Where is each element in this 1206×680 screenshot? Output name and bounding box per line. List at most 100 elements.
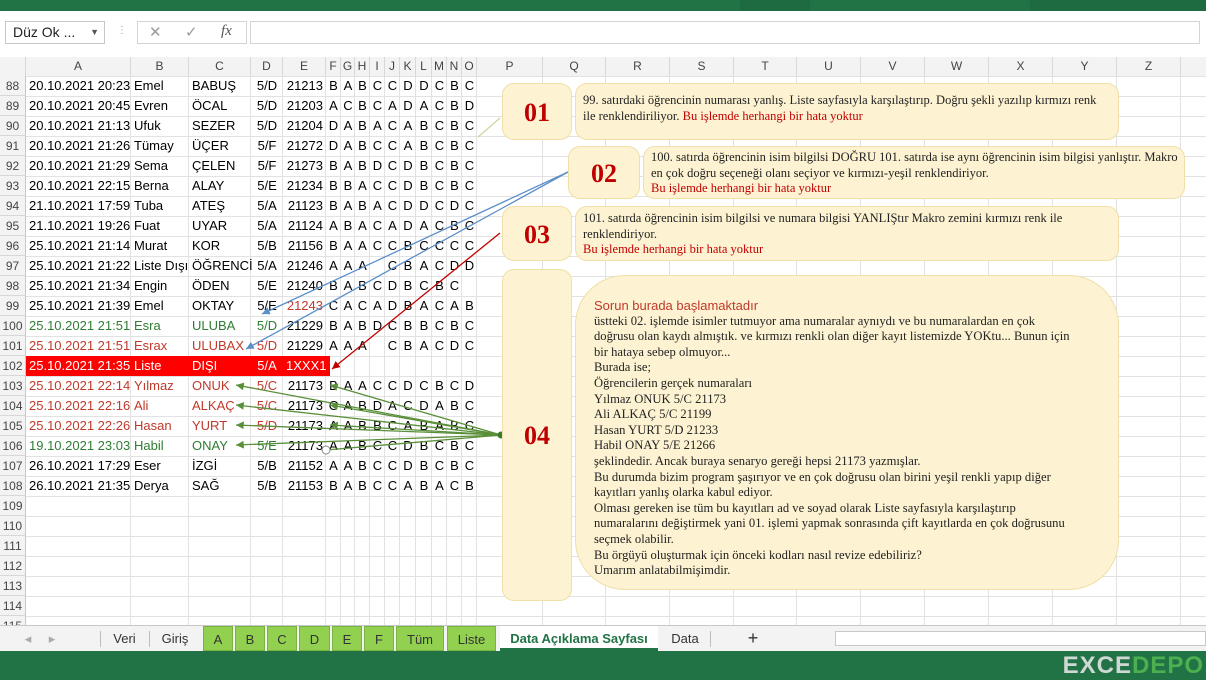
row-header[interactable]: 97 — [0, 256, 26, 276]
cell[interactable]: 21173 — [283, 396, 326, 416]
tab-giris[interactable]: Giriş — [151, 626, 199, 651]
tab-veri[interactable]: Veri — [102, 626, 147, 651]
cell[interactable]: A — [416, 96, 432, 116]
row-header[interactable]: 102 — [0, 356, 26, 376]
cell[interactable]: 21204 — [283, 116, 326, 136]
cell[interactable]: 25.10.2021 21:35 — [26, 356, 131, 376]
cell[interactable]: B — [355, 76, 370, 96]
cell[interactable]: Sema — [131, 156, 189, 176]
cell[interactable]: C — [447, 376, 462, 396]
row-header[interactable]: 99 — [0, 296, 26, 316]
cell[interactable]: 26.10.2021 17:29 — [26, 456, 131, 476]
cell[interactable]: B — [462, 296, 477, 316]
cell[interactable]: 5/D — [251, 416, 283, 436]
cell[interactable]: 21243 — [283, 296, 326, 316]
cell[interactable]: D — [416, 396, 432, 416]
tab-tum[interactable]: Tüm — [396, 626, 444, 651]
cell[interactable]: SAĞ — [189, 476, 251, 496]
column-header[interactable]: X — [989, 57, 1053, 76]
cell[interactable]: B — [355, 396, 370, 416]
cell[interactable]: 5/A — [251, 216, 283, 236]
cell[interactable]: D — [447, 256, 462, 276]
cell[interactable]: D — [400, 196, 416, 216]
cell[interactable]: D — [400, 456, 416, 476]
row-header[interactable]: 88 — [0, 76, 26, 96]
cell[interactable]: C — [462, 76, 477, 96]
cell[interactable]: A — [341, 136, 355, 156]
cell[interactable]: B — [355, 436, 370, 456]
add-sheet-icon[interactable]: + — [738, 626, 768, 651]
cell[interactable]: C — [462, 396, 477, 416]
cell[interactable]: A — [355, 236, 370, 256]
cell[interactable]: A — [326, 336, 341, 356]
cell[interactable]: 25.10.2021 22:26 — [26, 416, 131, 436]
cell[interactable]: B — [355, 456, 370, 476]
cell[interactable]: C — [385, 436, 400, 456]
row-header[interactable]: 113 — [0, 576, 26, 596]
cell[interactable]: B — [400, 316, 416, 336]
cell[interactable]: İZGİ — [189, 456, 251, 476]
cell[interactable]: OKTAY — [189, 296, 251, 316]
cell[interactable]: ULUBAX — [189, 336, 251, 356]
cell[interactable]: ATEŞ — [189, 196, 251, 216]
cell[interactable]: Derya — [131, 476, 189, 496]
cell[interactable]: B — [447, 456, 462, 476]
cell[interactable]: 21.10.2021 19:26 — [26, 216, 131, 236]
cell[interactable]: B — [416, 416, 432, 436]
cell[interactable]: 20.10.2021 20:23 — [26, 76, 131, 96]
cell[interactable]: 20.10.2021 21:26 — [26, 136, 131, 156]
cell[interactable]: D — [326, 136, 341, 156]
cell[interactable]: C — [432, 136, 447, 156]
tab-c[interactable]: C — [267, 626, 297, 651]
row-header[interactable]: 101 — [0, 336, 26, 356]
column-header[interactable]: W — [925, 57, 989, 76]
cell[interactable]: Ali — [131, 396, 189, 416]
cell[interactable]: D — [326, 116, 341, 136]
row-header[interactable]: 107 — [0, 456, 26, 476]
cell[interactable]: D — [385, 296, 400, 316]
row-header[interactable]: 89 — [0, 96, 26, 116]
cell[interactable]: C — [385, 156, 400, 176]
column-header[interactable]: B — [131, 57, 189, 76]
cell[interactable]: C — [462, 236, 477, 256]
tab-data[interactable]: Data — [662, 626, 708, 651]
cell[interactable] — [370, 336, 385, 356]
cell[interactable]: B — [400, 236, 416, 256]
cell[interactable]: 21173 — [283, 436, 326, 456]
cell[interactable]: ONAY — [189, 436, 251, 456]
cell[interactable]: B — [355, 416, 370, 436]
cell[interactable]: 5/E — [251, 436, 283, 456]
callout-04-text[interactable]: Sorun burada başlamaktadır üstteki 02. i… — [575, 275, 1119, 590]
cell[interactable]: C — [432, 256, 447, 276]
cell[interactable]: C — [370, 376, 385, 396]
cell[interactable]: C — [385, 336, 400, 356]
cell[interactable]: D — [370, 156, 385, 176]
cell[interactable]: B — [447, 356, 462, 376]
cell[interactable]: Liste Dışı — [131, 256, 189, 276]
cell[interactable]: C — [462, 216, 477, 236]
cell[interactable]: B — [447, 156, 462, 176]
cell[interactable]: A — [341, 316, 355, 336]
cell[interactable]: C — [447, 276, 462, 296]
tab-a[interactable]: A — [203, 626, 233, 651]
cell[interactable]: C — [370, 176, 385, 196]
cell[interactable]: KOR — [189, 236, 251, 256]
horizontal-scrollbar[interactable] — [835, 631, 1206, 646]
cell[interactable]: Eser — [131, 456, 189, 476]
cell[interactable]: Esra — [131, 316, 189, 336]
cell[interactable]: Tümay — [131, 136, 189, 156]
cell[interactable]: A — [385, 396, 400, 416]
cell[interactable]: A — [341, 396, 355, 416]
cell[interactable]: C — [385, 136, 400, 156]
cell[interactable]: B — [370, 416, 385, 436]
cell[interactable]: B — [355, 156, 370, 176]
tab-e[interactable]: E — [332, 626, 362, 651]
cell[interactable]: A — [341, 236, 355, 256]
cell[interactable]: A — [432, 476, 447, 496]
cell[interactable]: 5/E — [251, 276, 283, 296]
cell[interactable]: Liste — [131, 356, 189, 376]
cell[interactable]: 21234 — [283, 176, 326, 196]
cell[interactable]: D — [400, 216, 416, 236]
cell[interactable]: C — [400, 396, 416, 416]
cell[interactable]: B — [355, 196, 370, 216]
